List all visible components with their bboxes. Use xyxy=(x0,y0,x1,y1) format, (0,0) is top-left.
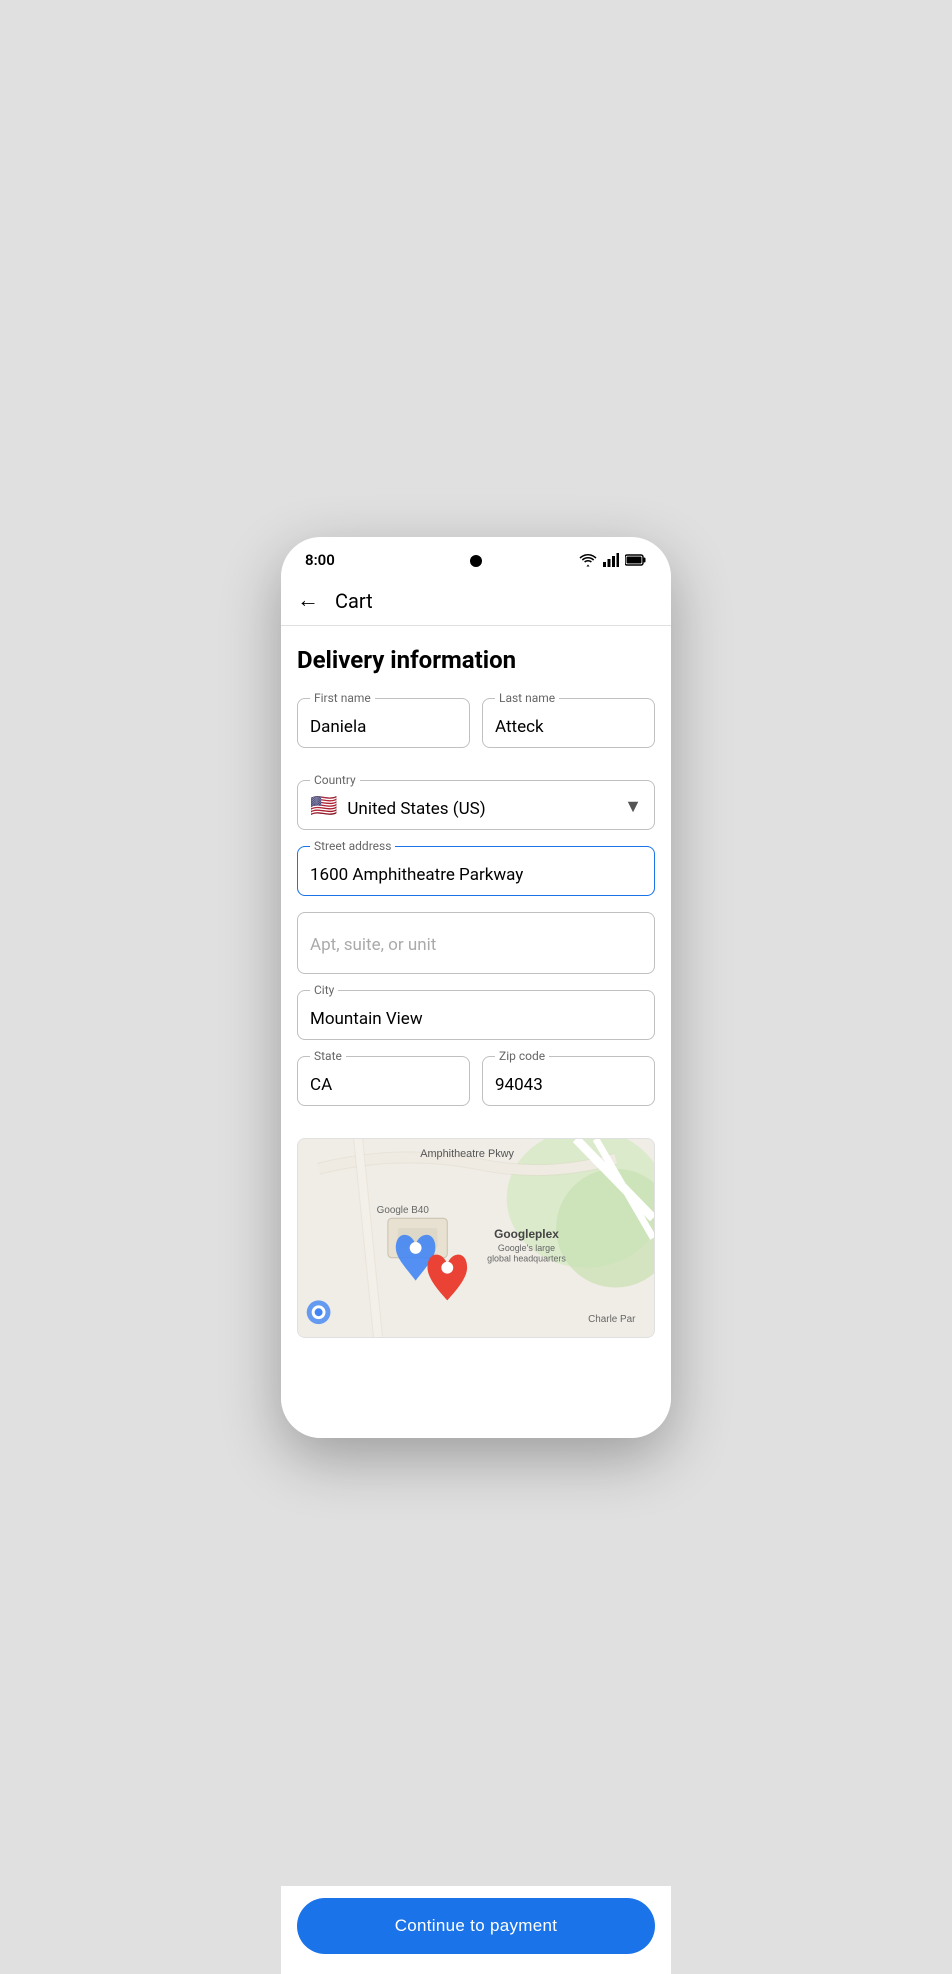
country-label: Country xyxy=(310,773,360,787)
country-value: United States (US) xyxy=(347,799,485,819)
last-name-value: Atteck xyxy=(495,717,642,737)
street-value: 1600 Amphitheatre Parkway xyxy=(310,865,642,885)
city-label: City xyxy=(310,983,338,997)
country-left: 🇺🇸 United States (US) xyxy=(310,795,486,819)
zip-field[interactable]: Zip code 94043 xyxy=(482,1056,655,1106)
phone-frame: 8:00 ← xyxy=(281,537,671,1438)
dropdown-arrow-icon: ▼ xyxy=(624,796,642,817)
us-flag-icon: 🇺🇸 xyxy=(310,796,337,818)
content-area: Delivery information First name Daniela … xyxy=(281,626,671,1438)
svg-text:global headquarters: global headquarters xyxy=(487,1253,566,1263)
state-label: State xyxy=(310,1049,346,1063)
last-name-label: Last name xyxy=(495,691,559,705)
camera-dot xyxy=(470,555,482,567)
zip-label: Zip code xyxy=(495,1049,549,1063)
apt-field[interactable]: Apt, suite, or unit xyxy=(297,912,655,974)
map-poi-b40: Google B40 xyxy=(377,1205,430,1216)
back-button[interactable]: ← xyxy=(297,590,319,612)
svg-text:Google's large: Google's large xyxy=(498,1242,555,1252)
status-time: 8:00 xyxy=(305,551,335,569)
street-label: Street address xyxy=(310,839,395,853)
city-value: Mountain View xyxy=(310,1009,642,1029)
page-title: Cart xyxy=(335,589,373,613)
first-name-label: First name xyxy=(310,691,375,705)
zip-value: 94043 xyxy=(495,1075,642,1095)
map-poi-googleplex: Googleplex xyxy=(494,1227,559,1241)
signal-icon xyxy=(603,553,619,567)
map-poi-partial: Charle Par xyxy=(588,1314,636,1325)
state-zip-row: State CA Zip code 94043 xyxy=(297,1056,655,1122)
battery-icon xyxy=(625,554,647,566)
section-title: Delivery information xyxy=(297,646,655,674)
first-name-field[interactable]: First name Daniela xyxy=(297,698,470,748)
map-street-label: Amphitheatre Pkwy xyxy=(420,1147,514,1159)
status-icons xyxy=(579,553,647,567)
city-field[interactable]: City Mountain View xyxy=(297,990,655,1040)
apt-placeholder: Apt, suite, or unit xyxy=(310,935,642,955)
name-row: First name Daniela Last name Atteck xyxy=(297,698,655,764)
country-field[interactable]: Country 🇺🇸 United States (US) ▼ xyxy=(297,780,655,830)
map-container: Amphitheatre Pkwy Google B40 Googleplex … xyxy=(297,1138,655,1338)
state-value: CA xyxy=(310,1075,457,1095)
last-name-field[interactable]: Last name Atteck xyxy=(482,698,655,748)
state-field[interactable]: State CA xyxy=(297,1056,470,1106)
status-bar: 8:00 xyxy=(281,537,671,577)
country-selector[interactable]: 🇺🇸 United States (US) ▼ xyxy=(310,795,642,819)
wifi-icon xyxy=(579,553,597,567)
top-bar: ← Cart xyxy=(281,577,671,626)
street-address-field[interactable]: Street address 1600 Amphitheatre Parkway xyxy=(297,846,655,896)
first-name-value: Daniela xyxy=(310,717,457,737)
map-view: Amphitheatre Pkwy Google B40 Googleplex … xyxy=(298,1139,654,1337)
